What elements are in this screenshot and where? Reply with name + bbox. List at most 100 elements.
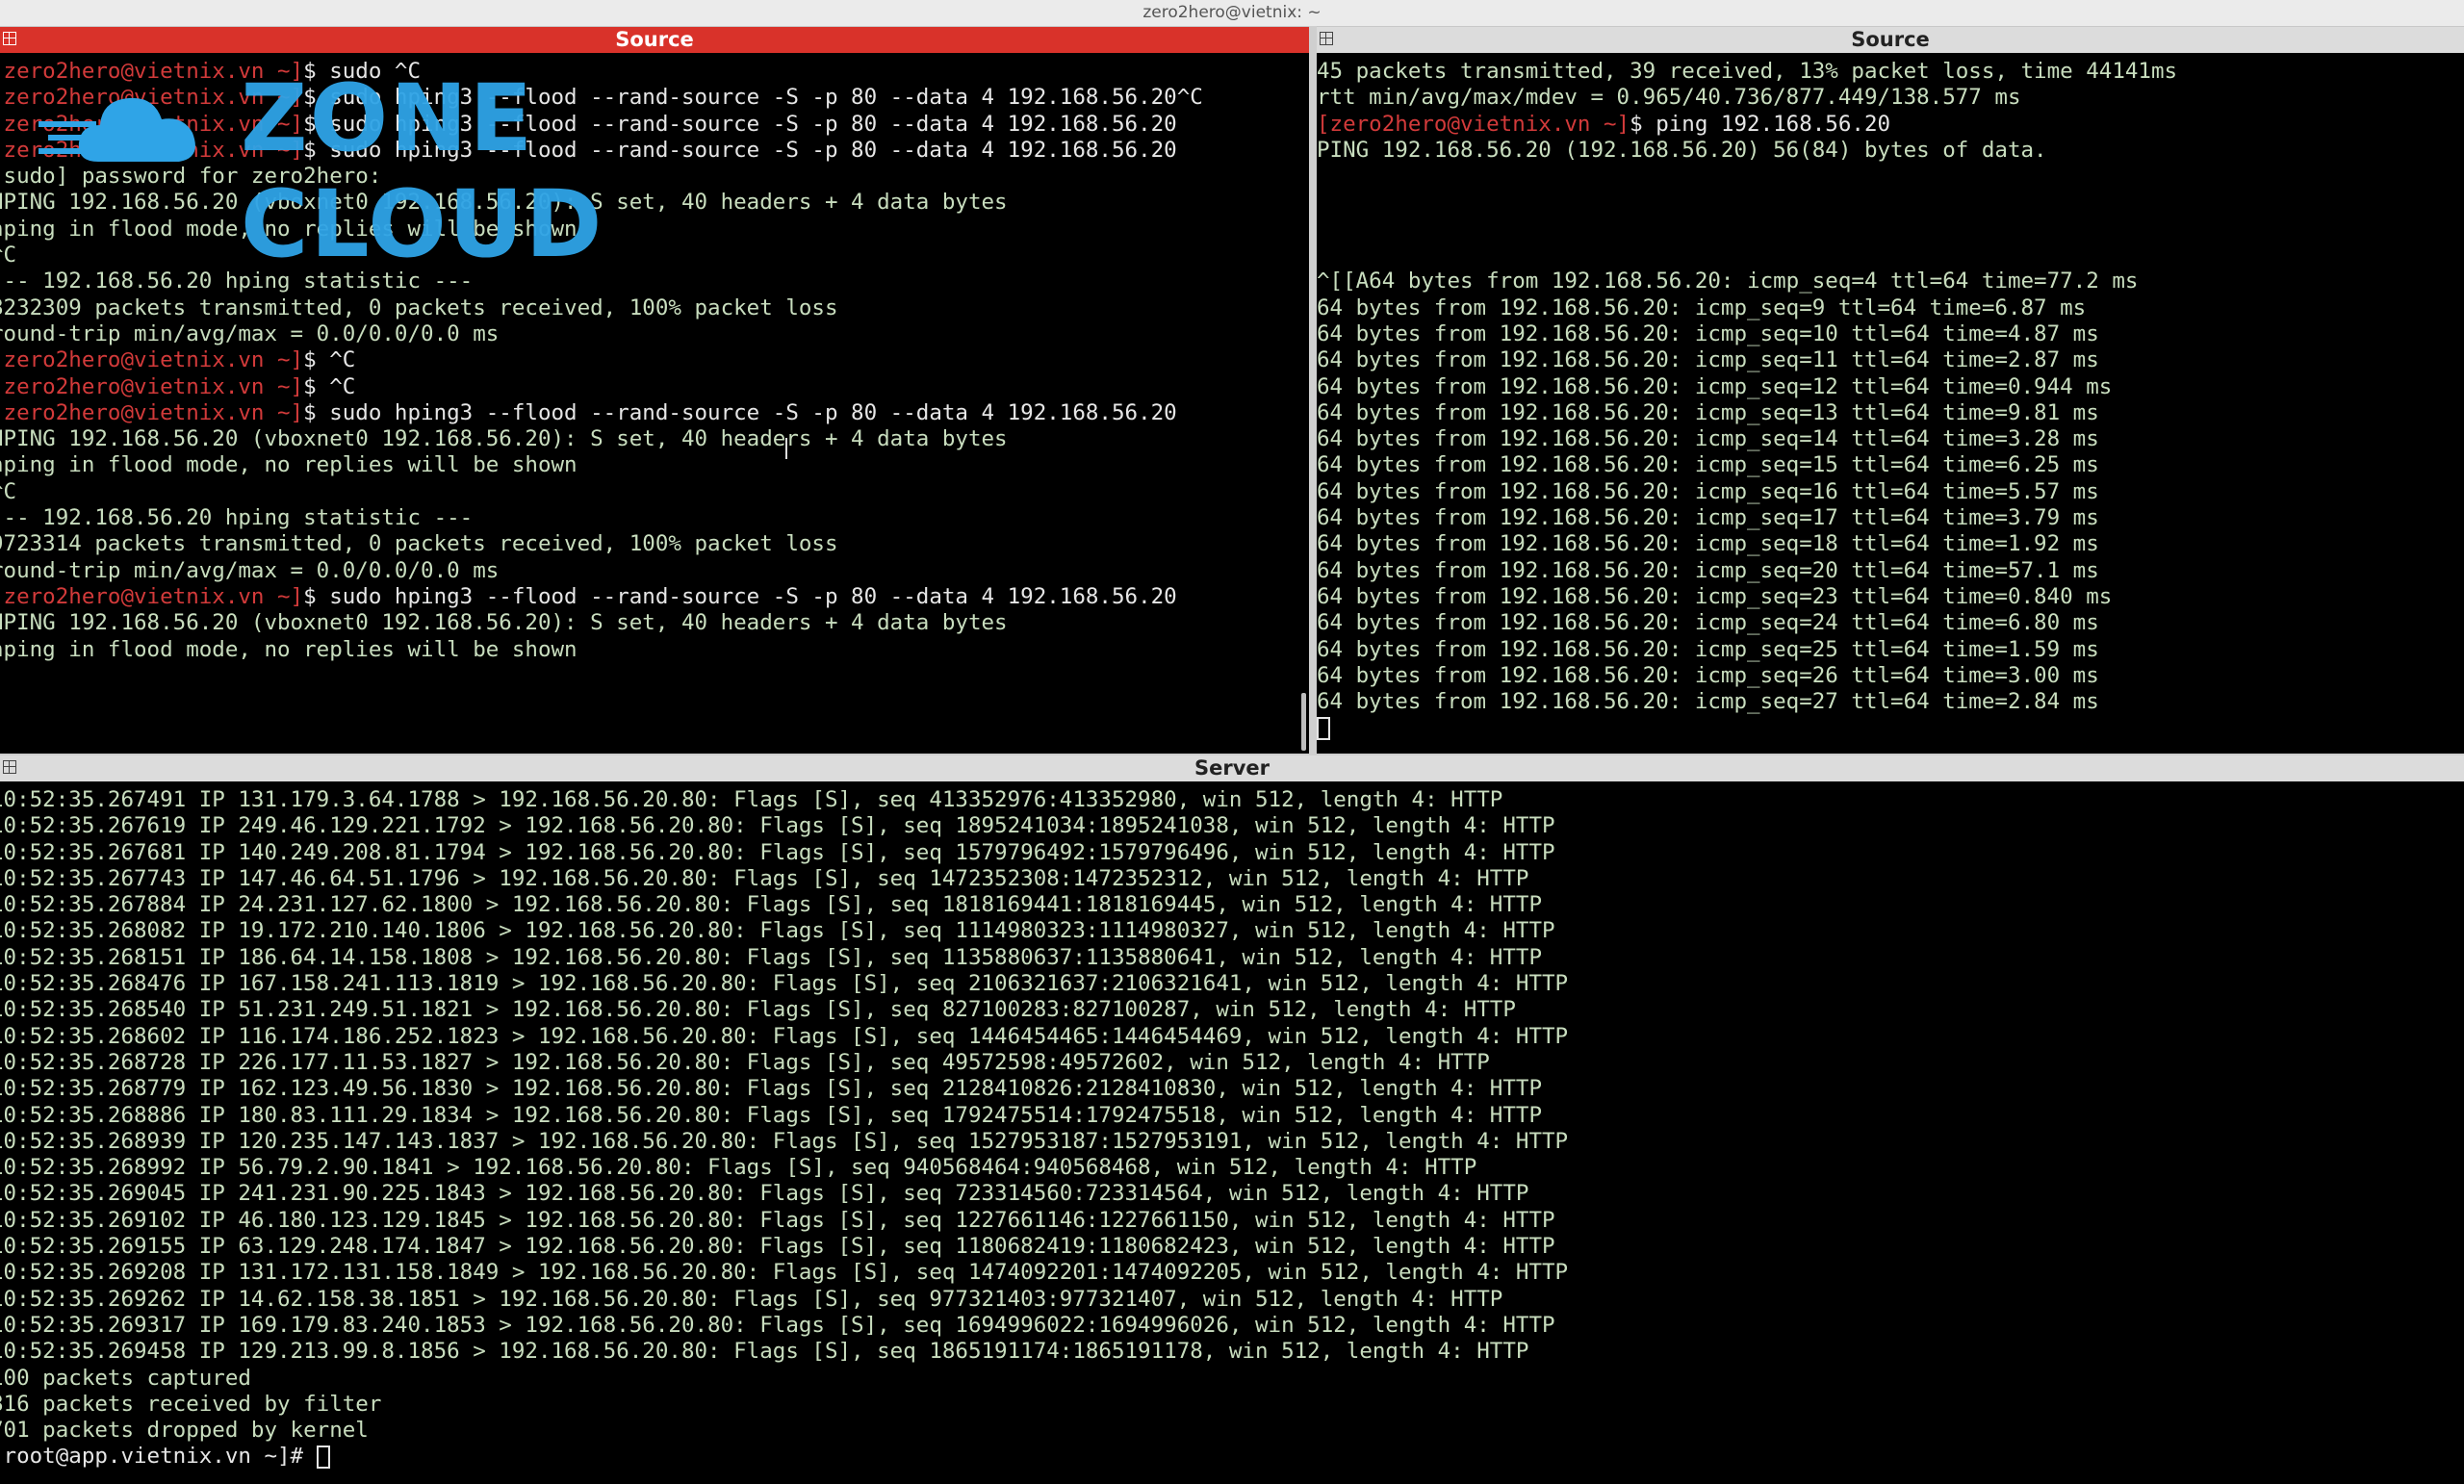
output-text: ^C bbox=[0, 243, 17, 269]
terminal-line: [zero2hero@vietnix.vn ~]$ sudo hping3 --… bbox=[0, 138, 1309, 164]
command-text: $ ^C bbox=[303, 347, 356, 373]
terminal-line: 701 packets dropped by kernel bbox=[0, 1418, 2464, 1444]
output-text: 9723314 packets transmitted, 0 packets r… bbox=[0, 531, 838, 557]
output-text: [sudo] password for zero2hero: bbox=[0, 164, 382, 190]
terminal-line: 10:52:35.267884 IP 24.231.127.62.1800 > … bbox=[0, 892, 2464, 918]
terminal-line: [zero2hero@vietnix.vn ~]$ sudo hping3 --… bbox=[0, 400, 1309, 426]
terminal-line: hping in flood mode, no replies will be … bbox=[0, 452, 1309, 478]
output-text: --- 192.168.56.20 hping statistic --- bbox=[0, 269, 474, 294]
output-text: 64 bytes from 192.168.56.20: icmp_seq=23… bbox=[1317, 583, 2113, 609]
terminal-line: 10:52:35.267491 IP 131.179.3.64.1788 > 1… bbox=[0, 787, 2464, 813]
shell-prompt: [zero2hero@vietnix.vn ~] bbox=[0, 399, 304, 425]
terminal-output-top-right[interactable]: 45 packets transmitted, 39 received, 13%… bbox=[1317, 59, 2464, 754]
output-text: ^C bbox=[0, 478, 17, 504]
output-text: 64 bytes from 192.168.56.20: icmp_seq=24… bbox=[1317, 610, 2099, 636]
terminal-line: [zero2hero@vietnix.vn ~]$ ^C bbox=[0, 374, 1309, 400]
output-text: 64 bytes from 192.168.56.20: icmp_seq=20… bbox=[1317, 557, 2099, 583]
terminal-line: HPING 192.168.56.20 (vboxnet0 192.168.56… bbox=[0, 190, 1309, 216]
terminal-line: 10:52:35.268151 IP 186.64.14.158.1808 > … bbox=[0, 945, 2464, 971]
pane-bottom-title-bar[interactable]: Server bbox=[0, 755, 2464, 781]
command-text: $ sudo ^C bbox=[303, 59, 422, 84]
output-text: 64 bytes from 192.168.56.20: icmp_seq=15… bbox=[1317, 452, 2099, 478]
terminal-line: [sudo] password for zero2hero: bbox=[0, 164, 1309, 190]
terminal-line: 10:52:35.269262 IP 14.62.158.38.1851 > 1… bbox=[0, 1287, 2464, 1313]
command-text: $ ping 192.168.56.20 bbox=[1630, 111, 1891, 137]
terminal-line: hping in flood mode, no replies will be … bbox=[0, 637, 1309, 663]
terminal-line: 10:52:35.268992 IP 56.79.2.90.1841 > 192… bbox=[0, 1155, 2464, 1181]
output-text: 10:52:35.268476 IP 167.158.241.113.1819 … bbox=[0, 971, 1569, 997]
terminal-line: rtt min/avg/max/mdev = 0.965/40.736/877.… bbox=[1317, 85, 2464, 111]
command-text: $ sudo hping3 --flood --rand-source -S -… bbox=[303, 137, 1177, 163]
terminal-line: [zero2hero@vietnix.vn ~]$ sudo hping3 --… bbox=[0, 85, 1309, 111]
shell-prompt: [zero2hero@vietnix.vn ~] bbox=[0, 85, 304, 111]
terminal-output-top-left[interactable]: [zero2hero@vietnix.vn ~]$ sudo ^C [zero2h… bbox=[0, 59, 1309, 754]
output-text: 64 bytes from 192.168.56.20: icmp_seq=13… bbox=[1317, 399, 2099, 425]
terminal-line: ^[[A64 bytes from 192.168.56.20: icmp_se… bbox=[1317, 269, 2464, 294]
terminal-line: 64 bytes from 192.168.56.20: icmp_seq=14… bbox=[1317, 426, 2464, 452]
command-text: $ sudo hping3 --flood --rand-source -S -… bbox=[303, 399, 1177, 425]
pane-title: Server bbox=[1194, 756, 1270, 780]
pane-top-right[interactable]: Source 45 packets transmitted, 39 receiv… bbox=[1317, 27, 2464, 754]
terminal-line: 64 bytes from 192.168.56.20: icmp_seq=26… bbox=[1317, 663, 2464, 689]
output-text: 10:52:35.269458 IP 129.213.99.8.1856 > 1… bbox=[0, 1339, 1529, 1365]
output-text: ^[[A64 bytes from 192.168.56.20: icmp_se… bbox=[1317, 269, 2139, 294]
text-cursor-ibeam-icon bbox=[785, 438, 787, 459]
terminal-line: 8232309 packets transmitted, 0 packets r… bbox=[0, 295, 1309, 321]
output-text: 10:52:35.267884 IP 24.231.127.62.1800 > … bbox=[0, 892, 1542, 918]
terminal-line: 64 bytes from 192.168.56.20: icmp_seq=9 … bbox=[1317, 295, 2464, 321]
terminal-cursor-line bbox=[1317, 715, 2464, 741]
output-text: round-trip min/avg/max = 0.0/0.0/0.0 ms bbox=[0, 557, 500, 583]
terminal-line: 64 bytes from 192.168.56.20: icmp_seq=24… bbox=[1317, 610, 2464, 636]
terminal-line: 10:52:35.267743 IP 147.46.64.51.1796 > 1… bbox=[0, 866, 2464, 892]
output-text: 10:52:35.268151 IP 186.64.14.158.1808 > … bbox=[0, 944, 1542, 970]
terminal-line: 10:52:35.269458 IP 129.213.99.8.1856 > 1… bbox=[0, 1339, 2464, 1365]
terminal-line: 64 bytes from 192.168.56.20: icmp_seq=11… bbox=[1317, 347, 2464, 373]
command-text: [root@app.vietnix.vn ~]# bbox=[0, 1444, 317, 1470]
output-text: 64 bytes from 192.168.56.20: icmp_seq=14… bbox=[1317, 426, 2099, 452]
output-text: 64 bytes from 192.168.56.20: icmp_seq=27… bbox=[1317, 689, 2099, 715]
terminal-line: --- 192.168.56.20 hping statistic --- bbox=[0, 505, 1309, 531]
terminal-line: ^C bbox=[0, 479, 1309, 505]
output-text: 10:52:35.267491 IP 131.179.3.64.1788 > 1… bbox=[0, 787, 1503, 812]
output-text: 10:52:35.268082 IP 19.172.210.140.1806 >… bbox=[0, 918, 1555, 944]
terminal-line: 10:52:35.268939 IP 120.235.147.143.1837 … bbox=[0, 1129, 2464, 1155]
terminal-line: 64 bytes from 192.168.56.20: icmp_seq=20… bbox=[1317, 558, 2464, 584]
output-text: 10:52:35.269262 IP 14.62.158.38.1851 > 1… bbox=[0, 1286, 1503, 1312]
shell-prompt: [zero2hero@vietnix.vn ~] bbox=[0, 137, 304, 163]
terminal-output-bottom[interactable]: 10:52:35.267491 IP 131.179.3.64.1788 > 1… bbox=[0, 787, 2464, 1484]
output-text: 10:52:35.268992 IP 56.79.2.90.1841 > 192… bbox=[0, 1155, 1477, 1181]
output-text: 701 packets dropped by kernel bbox=[0, 1418, 369, 1444]
split-pane-icon[interactable] bbox=[3, 32, 16, 45]
shell-prompt: [zero2hero@vietnix.vn ~] bbox=[0, 583, 304, 609]
output-text: rtt min/avg/max/mdev = 0.965/40.736/877.… bbox=[1317, 85, 2021, 111]
output-text: 10:52:35.267681 IP 140.249.208.81.1794 >… bbox=[0, 839, 1555, 865]
window-title: zero2hero@vietnix: ~ bbox=[1142, 3, 1322, 22]
output-text: 10:52:35.268728 IP 226.177.11.53.1827 > … bbox=[0, 1049, 1490, 1075]
terminal-line: 64 bytes from 192.168.56.20: icmp_seq=10… bbox=[1317, 321, 2464, 347]
output-text: 64 bytes from 192.168.56.20: icmp_seq=9 … bbox=[1317, 294, 2087, 320]
shell-prompt: [zero2hero@vietnix.vn ~] bbox=[0, 373, 304, 399]
output-text: 10:52:35.269102 IP 46.180.123.129.1845 >… bbox=[0, 1207, 1555, 1233]
output-text: HPING 192.168.56.20 (vboxnet0 192.168.56… bbox=[0, 190, 1008, 216]
pane-top-left-title-bar[interactable]: Source bbox=[0, 27, 1309, 53]
terminal-line: --- 192.168.56.20 hping statistic --- bbox=[0, 269, 1309, 294]
terminal-line: [zero2hero@vietnix.vn ~]$ ping 192.168.5… bbox=[1317, 112, 2464, 138]
pane-bottom[interactable]: Server 10:52:35.267491 IP 131.179.3.64.1… bbox=[0, 755, 2464, 1484]
terminal-cursor bbox=[1317, 716, 1330, 740]
terminal-line: 10:52:35.269208 IP 131.172.131.158.1849 … bbox=[0, 1260, 2464, 1286]
vertical-pane-divider[interactable] bbox=[1309, 26, 1317, 754]
shell-prompt: [zero2hero@vietnix.vn ~] bbox=[1317, 111, 1630, 137]
window-title-bar[interactable]: zero2hero@vietnix: ~ bbox=[0, 0, 2464, 27]
scrollbar-thumb[interactable] bbox=[1301, 693, 1306, 751]
pane-top-right-title-bar[interactable]: Source bbox=[1317, 27, 2464, 53]
split-pane-icon[interactable] bbox=[1320, 32, 1333, 45]
split-pane-icon[interactable] bbox=[3, 760, 16, 774]
terminal-line: [zero2hero@vietnix.vn ~]$ sudo ^C bbox=[0, 59, 1309, 85]
output-text: 45 packets transmitted, 39 received, 13%… bbox=[1317, 59, 2178, 84]
pane-top-left[interactable]: Source [zero2hero@vietnix.vn ~]$ sudo ^C… bbox=[0, 27, 1309, 754]
output-text: 10:52:35.269155 IP 63.129.248.174.1847 >… bbox=[0, 1234, 1555, 1260]
output-text: 10:52:35.268602 IP 116.174.186.252.1823 … bbox=[0, 1023, 1569, 1049]
